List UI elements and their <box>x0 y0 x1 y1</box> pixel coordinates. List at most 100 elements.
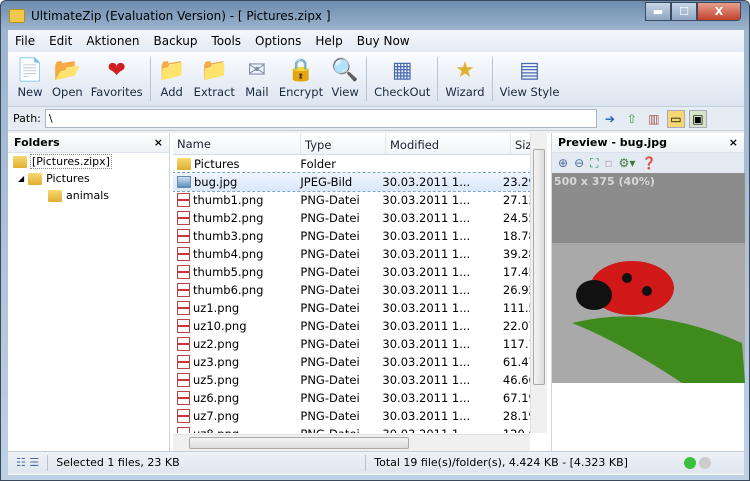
folders-close-button[interactable]: × <box>154 136 163 149</box>
file-row[interactable]: uz3.png PNG-Datei 30.03.2011 1... 61.47 <box>173 353 530 371</box>
menu-help[interactable]: Help <box>308 34 349 48</box>
menu-backup[interactable]: Backup <box>146 34 204 48</box>
file-name: thumb1.png <box>193 193 264 207</box>
file-type: PNG-Datei <box>300 283 360 297</box>
favorites-button[interactable]: ❤ Favorites <box>87 55 147 100</box>
checkout-button[interactable]: ▦ CheckOut <box>370 55 434 100</box>
file-name: thumb6.png <box>193 283 264 297</box>
file-row[interactable]: thumb6.png PNG-Datei 30.03.2011 1... 26.92 <box>173 281 530 299</box>
column-header-size[interactable]: Size <box>511 133 531 154</box>
up-folder-icon[interactable]: ⇧ <box>623 110 641 128</box>
horizontal-scrollbar[interactable] <box>173 434 530 451</box>
view-button[interactable]: 🔍 View <box>327 55 363 100</box>
preview-close-button[interactable]: × <box>729 136 738 149</box>
file-row[interactable]: uz7.png PNG-Datei 30.03.2011 1... 28.19 <box>173 407 530 425</box>
window-title: UltimateZip (Evaluation Version) - [ Pic… <box>31 9 331 23</box>
file-size: 111.50 <box>502 301 530 315</box>
file-row[interactable]: uz8.png PNG-Datei30.03.2011 1...120.67 <box>173 425 530 433</box>
tree-item-pictures[interactable]: ◢ Pictures <box>8 170 169 187</box>
file-size: 27.13 <box>502 193 530 207</box>
column-header-name[interactable]: Name <box>173 133 301 154</box>
column-header-modified[interactable]: Modified <box>386 133 511 154</box>
path-input[interactable]: \ <box>44 109 597 128</box>
encrypt-button[interactable]: 🔒 Encrypt <box>275 55 327 100</box>
menu-buy-now[interactable]: Buy Now <box>350 34 417 48</box>
button-label: New <box>17 85 43 99</box>
menu-edit[interactable]: Edit <box>42 34 79 48</box>
file-row[interactable]: uz2.png PNG-Datei 30.03.2011 1... 117.18 <box>173 335 530 353</box>
fit-icon[interactable]: ⛶ <box>590 156 598 171</box>
file-name: uz2.png <box>193 337 240 351</box>
close-button[interactable]: X <box>697 2 741 21</box>
scroll-thumb[interactable] <box>189 437 409 449</box>
file-type: PNG-Datei <box>300 265 360 279</box>
maximize-button[interactable]: ☐ <box>671 2 697 21</box>
view-style-button[interactable]: ▤ View Style <box>496 55 564 100</box>
file-modified: 30.03.2011 1... <box>382 193 471 207</box>
scroll-thumb[interactable] <box>533 149 545 385</box>
file-name: uz6.png <box>193 391 240 405</box>
expand-icon[interactable]: ◢ <box>18 174 24 183</box>
file-row[interactable]: uz10.png PNG-Datei 30.03.2011 1... 22.07 <box>173 317 530 335</box>
file-type: PNG-Datei <box>300 373 360 387</box>
file-type: Folder <box>300 157 336 171</box>
menu-file[interactable]: File <box>8 34 42 48</box>
tree-item-animals[interactable]: animals <box>8 187 169 204</box>
file-row[interactable]: uz1.png PNG-Datei 30.03.2011 1... 111.50 <box>173 299 530 317</box>
help-icon[interactable]: ❓ <box>641 156 656 170</box>
zoom-in-icon[interactable]: ⊕ <box>558 156 568 170</box>
heart-icon: ❤ <box>107 57 126 83</box>
button-label: Wizard <box>445 85 485 99</box>
png-file-icon <box>177 301 190 315</box>
menu-tools[interactable]: Tools <box>204 34 248 48</box>
go-icon[interactable]: ➔ <box>601 110 619 128</box>
settings-icon[interactable]: ⚙▾ <box>619 156 636 170</box>
file-row[interactable]: Pictures Folder <box>173 155 530 173</box>
view-details-icon[interactable]: ☷ ☰ <box>8 454 49 471</box>
new-button[interactable]: 📄 New <box>12 55 48 100</box>
column-header-type[interactable]: Type <box>301 133 386 154</box>
file-modified: 30.03.2011 1... <box>382 175 471 189</box>
file-row[interactable]: uz6.png PNG-Datei 30.03.2011 1... 67.19 <box>173 389 530 407</box>
jpg-file-icon <box>177 176 191 188</box>
file-name: bug.jpg <box>194 175 238 189</box>
png-file-icon <box>177 211 190 225</box>
open-button[interactable]: 📂 Open <box>48 55 87 100</box>
minimize-button[interactable]: ▬ <box>645 2 671 21</box>
file-type: PNG-Datei <box>300 301 360 315</box>
status-selected: Selected 1 files, 23 KB <box>48 454 367 471</box>
file-row[interactable]: thumb2.png PNG-Datei 30.03.2011 1... 24.55 <box>173 209 530 227</box>
menu-options[interactable]: Options <box>248 34 308 48</box>
wizard-button[interactable]: ★ Wizard <box>441 55 488 100</box>
path-label: Path: <box>13 112 41 125</box>
file-row[interactable]: uz5.png PNG-Datei 30.03.2011 1... 46.66 <box>173 371 530 389</box>
menu-aktionen[interactable]: Aktionen <box>79 34 146 48</box>
actual-size-icon[interactable]: ▫ <box>605 156 613 170</box>
file-row[interactable]: thumb3.png PNG-Datei 30.03.2011 1... 18.78 <box>173 227 530 245</box>
columns-icon[interactable]: ▥ <box>645 110 663 128</box>
tree-item-archive[interactable]: [Pictures.zipx] <box>8 153 169 170</box>
file-row[interactable]: thumb1.png PNG-Datei 30.03.2011 1... 27.13 <box>173 191 530 209</box>
zoom-out-icon[interactable]: ⊖ <box>574 156 584 170</box>
vertical-scrollbar[interactable] <box>530 133 547 433</box>
file-size: 28.19 <box>502 409 530 423</box>
file-modified: 30.03.2011 1... <box>382 211 471 225</box>
file-row[interactable]: bug.jpg JPEG-Bild 30.03.2011 1... 23.29 <box>173 172 530 192</box>
folders-toggle-icon[interactable]: ▭ <box>666 109 685 128</box>
png-file-icon <box>177 427 190 433</box>
preview-toggle-icon[interactable]: ▣ <box>688 109 707 128</box>
extract-button[interactable]: 📁 Extract <box>190 55 239 100</box>
mail-button[interactable]: ✉ Mail <box>239 55 275 100</box>
folders-panel: Folders × [Pictures.zipx] ◢ Pictures anima… <box>8 133 170 451</box>
add-button[interactable]: 📁 Add <box>154 55 190 100</box>
png-file-icon <box>177 193 190 207</box>
file-row[interactable]: thumb4.png PNG-Datei 30.03.2011 1... 39.28 <box>173 245 530 263</box>
png-file-icon <box>177 391 190 405</box>
view-style-icon: ▤ <box>519 57 540 83</box>
file-modified: 30.03.2011 1... <box>378 427 499 433</box>
file-size: 23.29 <box>502 175 530 189</box>
file-row[interactable]: thumb5.png PNG-Datei 30.03.2011 1... 17.45 <box>173 263 530 281</box>
ladybug-image <box>552 243 745 383</box>
lock-icon: 🔒 <box>287 57 315 83</box>
folder-icon <box>48 189 62 202</box>
